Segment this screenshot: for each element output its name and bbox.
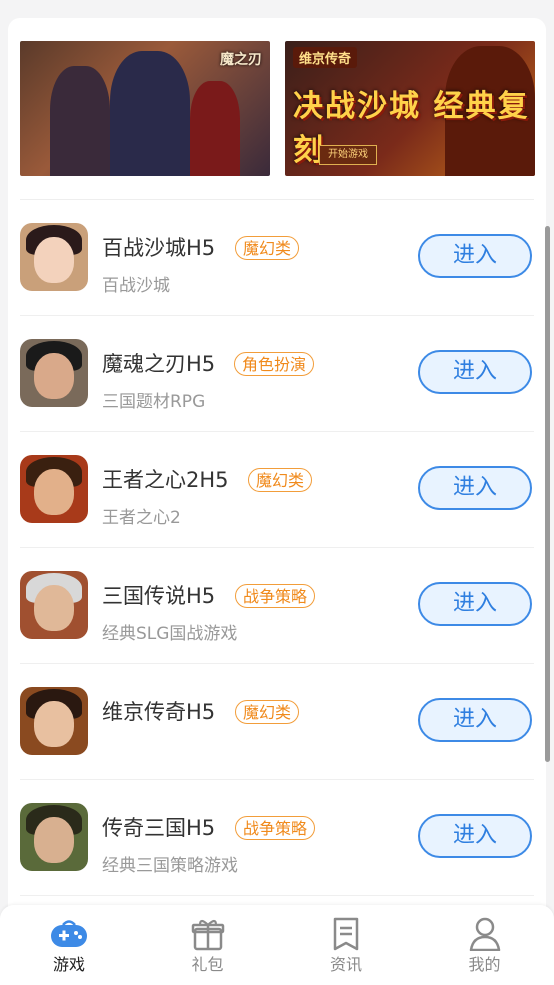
enter-button[interactable]: 进入 [418,582,532,626]
banner-corner-title: 维京传奇 [293,47,358,68]
tab-label: 游戏 [52,955,85,974]
game-desc: 王者之心2 [102,508,181,528]
banner-weijingchuanqi[interactable]: 维京传奇 决战沙城 经典复刻 开始游戏 [285,41,535,176]
news-icon [326,917,366,951]
tab-gamepad[interactable]: 游戏 [0,905,138,985]
game-icon[interactable] [20,571,88,639]
user-icon [465,917,505,952]
game-tag: 魔幻类 [235,236,300,260]
tab-user[interactable]: 我的 [416,905,554,985]
enter-button[interactable]: 进入 [418,698,532,742]
tab-gift[interactable]: 礼包 [139,905,277,985]
game-row[interactable]: 魔魂之刃H5 角色扮演 三国题材RPG 进入 [20,316,534,432]
game-row[interactable]: 百战沙城H5 魔幻类 百战沙城 进入 [20,200,534,316]
game-desc: 经典三国策略游戏 [102,856,238,876]
game-icon[interactable] [20,455,88,523]
game-row[interactable]: 传奇三国H5 战争策略 经典三国策略游戏 进入 [20,780,534,896]
banner-start-button[interactable]: 开始游戏 [319,145,377,165]
game-tag: 魔幻类 [248,468,313,492]
game-list: 百战沙城H5 魔幻类 百战沙城 进入 魔魂之刃H5 角色扮演 三国题材RPG 进… [8,200,546,896]
gift-icon [188,917,228,951]
enter-button[interactable]: 进入 [418,466,532,510]
game-tag: 魔幻类 [235,700,300,724]
tab-label: 资讯 [329,955,362,974]
enter-button[interactable]: 进入 [418,234,532,278]
gamepad-icon [49,917,89,951]
game-desc: 三国题材RPG [102,392,206,412]
banner-mohunzhiren[interactable]: 魔之刃 [20,41,270,176]
game-row[interactable]: 维京传奇H5 魔幻类 进入 [20,664,534,780]
enter-button[interactable]: 进入 [418,350,532,394]
bottom-tab-bar: 游戏 礼包 资讯 我的 [0,905,554,985]
game-name: 王者之心2H5 [102,468,229,492]
game-desc: 经典SLG国战游戏 [102,624,238,644]
game-tag: 战争策略 [235,584,316,608]
tab-label: 我的 [468,955,501,974]
banner-logo: 魔之刃 [220,52,262,68]
game-tag: 角色扮演 [234,352,315,376]
game-tag: 战争策略 [235,816,316,840]
game-name: 百战沙城H5 [102,236,216,260]
scrollbar[interactable] [545,226,550,762]
game-name: 三国传说H5 [102,584,216,608]
tab-label: 礼包 [191,955,224,974]
game-icon[interactable] [20,687,88,755]
game-name: 传奇三国H5 [102,816,216,840]
game-name: 维京传奇H5 [102,700,216,724]
game-list-card: 魔之刃 维京传奇 决战沙城 经典复刻 开始游戏 百战沙城H5 魔幻类 百战沙城 … [8,18,546,918]
game-row[interactable]: 王者之心2H5 魔幻类 王者之心2 进入 [20,432,534,548]
banner-area: 魔之刃 维京传奇 决战沙城 经典复刻 开始游戏 [20,41,535,177]
game-name: 魔魂之刃H5 [102,352,216,376]
enter-button[interactable]: 进入 [418,814,532,858]
game-icon[interactable] [20,803,88,871]
tab-news[interactable]: 资讯 [277,905,415,985]
game-icon[interactable] [20,339,88,407]
game-row[interactable]: 三国传说H5 战争策略 经典SLG国战游戏 进入 [20,548,534,664]
game-icon[interactable] [20,223,88,291]
game-desc: 百战沙城 [102,276,170,296]
